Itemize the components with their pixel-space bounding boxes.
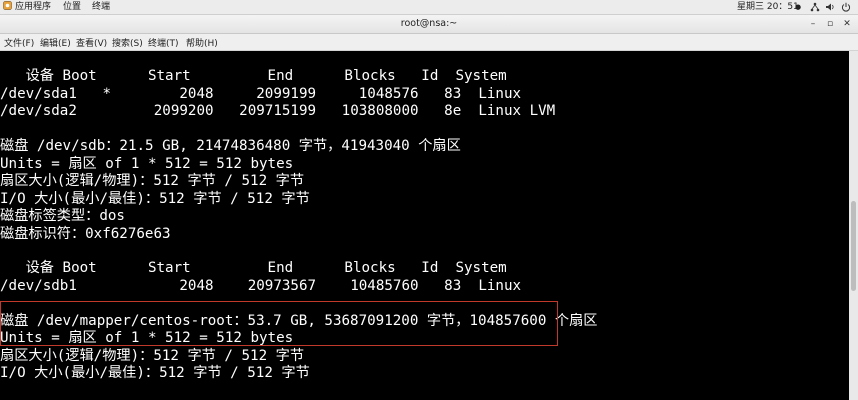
terminal-line: I/O 大小(最小/最佳)：512 字节 / 512 字节	[0, 365, 310, 381]
notification-dot-icon: ●	[795, 3, 802, 11]
terminal-line: 设备 Boot Start End Blocks Id System	[0, 260, 507, 276]
close-button[interactable]: ✕	[841, 18, 853, 30]
terminal-line: Units = 扇区 of 1 * 512 = 512 bytes	[0, 156, 294, 172]
highlight-box	[0, 301, 558, 346]
terminal-line: 磁盘 /dev/sdb：21.5 GB, 21474836480 字节，4194…	[0, 138, 461, 154]
terminal-line: I/O 大小(最小/最佳)：512 字节 / 512 字节	[0, 191, 310, 207]
clock[interactable]: 星期三 20：51	[737, 1, 799, 13]
terminal-line: 磁盘标签类型：dos	[0, 208, 125, 224]
terminal-app-menu[interactable]: 终端	[92, 1, 110, 13]
volume-icon[interactable]	[825, 2, 835, 12]
terminal-line: 磁盘标识符：0xf6276e63	[0, 226, 171, 242]
terminal-line: 扇区大小(逻辑/物理)：512 字节 / 512 字节	[0, 173, 305, 189]
terminal-line: /dev/sda2 2099200 209715199 103808000 8e…	[0, 103, 556, 119]
terminal-line: /dev/sda1 * 2048 2099199 1048576 83 Linu…	[0, 86, 522, 102]
window-title: root@nsa:~	[400, 18, 458, 29]
menu-view[interactable]: 查看(V)	[76, 36, 107, 49]
applications-menu[interactable]: 应用程序	[3, 1, 51, 13]
menu-terminal[interactable]: 终端(T)	[148, 36, 179, 49]
network-icon[interactable]	[810, 2, 820, 12]
menu-help[interactable]: 帮助(H)	[186, 36, 218, 49]
menu-file[interactable]: 文件(F)	[4, 36, 34, 49]
terminal-line: 扇区大小(逻辑/物理)：512 字节 / 512 字节	[0, 348, 305, 364]
menu-search[interactable]: 搜索(S)	[112, 36, 143, 49]
applications-label: 应用程序	[15, 2, 52, 12]
terminal-scrollbar[interactable]	[849, 51, 858, 400]
minimize-button[interactable]: –	[807, 18, 819, 30]
gnome-top-bar: 应用程序 位置 终端 星期三 20：51 ●	[0, 0, 858, 15]
maximize-button[interactable]: ▫	[824, 18, 836, 30]
scrollbar-thumb[interactable]	[851, 201, 856, 291]
places-menu[interactable]: 位置	[63, 1, 81, 13]
applications-icon	[3, 1, 12, 10]
terminal-line: /dev/sdb1 2048 20973567 10485760 83 Linu…	[0, 278, 522, 294]
menu-bar: 文件(F) 编辑(E) 查看(V) 搜索(S) 终端(T) 帮助(H)	[0, 34, 858, 51]
window-title-bar[interactable]: root@nsa:~ – ▫ ✕	[0, 15, 858, 34]
menu-edit[interactable]: 编辑(E)	[40, 36, 71, 49]
terminal-output[interactable]: 设备 Boot Start End Blocks Id System /dev/…	[0, 51, 849, 400]
power-icon[interactable]	[841, 2, 851, 12]
terminal-line: 设备 Boot Start End Blocks Id System	[0, 68, 507, 84]
